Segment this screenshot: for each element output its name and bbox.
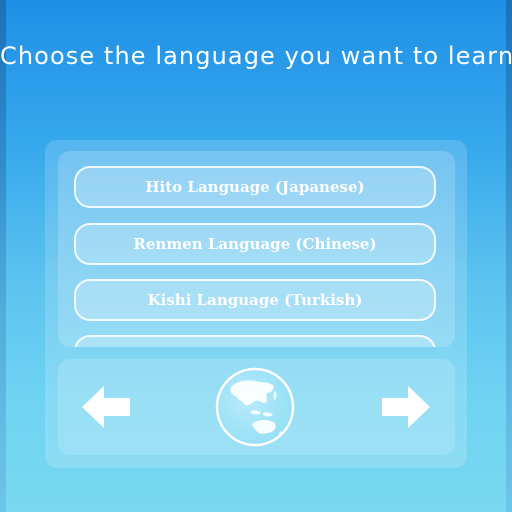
arrow-left-icon (82, 386, 130, 428)
background-edge-right (506, 0, 512, 512)
navigation-bar (58, 359, 455, 455)
page-title: Choose the language you want to learn (0, 42, 512, 70)
language-option-chinese[interactable]: Renmen Language (Chinese) (74, 223, 436, 265)
language-option-partial[interactable] (74, 335, 436, 347)
language-list[interactable]: Hito Language (Japanese) Renmen Language… (58, 151, 455, 347)
language-option-turkish[interactable]: Kishi Language (Turkish) (74, 279, 436, 321)
arrow-right-icon (382, 386, 430, 428)
globe-icon (215, 367, 295, 447)
next-button[interactable] (380, 384, 432, 430)
language-option-japanese[interactable]: Hito Language (Japanese) (74, 166, 436, 208)
background-edge-left (0, 0, 6, 512)
previous-button[interactable] (80, 384, 132, 430)
globe-button[interactable] (215, 367, 295, 447)
